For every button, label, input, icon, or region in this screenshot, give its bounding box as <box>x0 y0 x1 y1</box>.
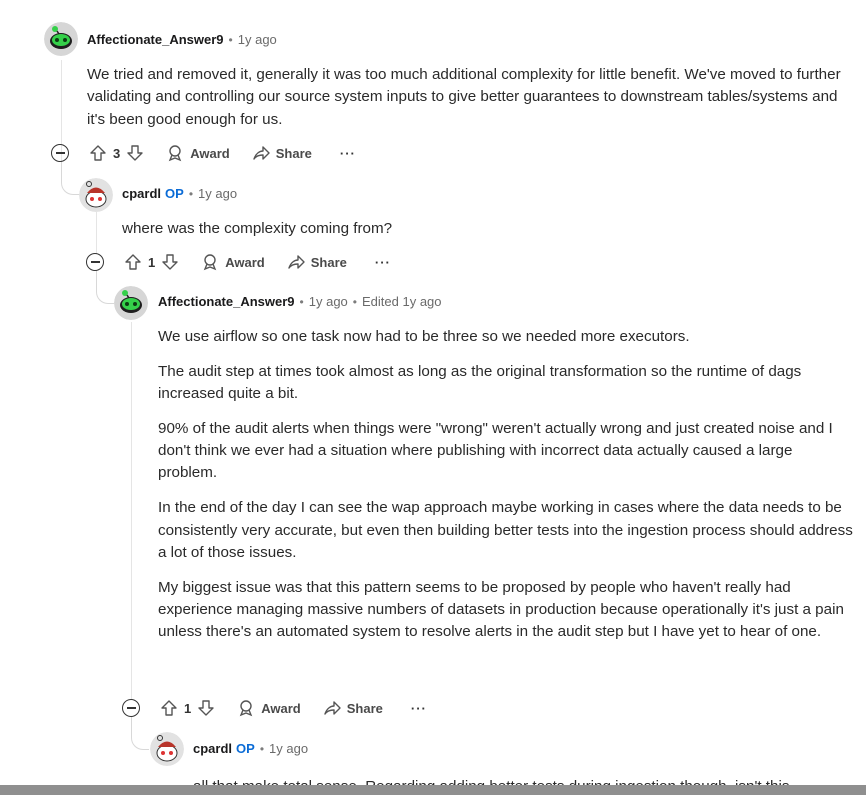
award-icon <box>239 700 253 717</box>
op-badge: OP <box>165 186 184 201</box>
separator-dot: • <box>259 741 265 756</box>
comment-actions: 1 Award Share ··· <box>86 250 391 274</box>
upvote-icon[interactable] <box>124 253 142 271</box>
downvote-icon[interactable] <box>126 144 144 162</box>
avatar[interactable] <box>114 286 148 320</box>
downvote-icon[interactable] <box>161 253 179 271</box>
comment-actions: 1 Award Share ··· <box>122 696 427 720</box>
avatar[interactable] <box>44 22 78 56</box>
bottom-overlay-bar <box>0 785 866 795</box>
separator-dot: • <box>352 294 357 309</box>
collapse-thread-icon[interactable] <box>51 144 69 162</box>
author-name[interactable]: Affectionate_Answer9 <box>158 294 295 309</box>
share-icon <box>253 146 270 160</box>
comment-paragraph: 90% of the audit alerts when things were… <box>158 419 833 482</box>
more-options-button[interactable]: ··· <box>411 701 427 716</box>
author-name[interactable]: cpardl <box>193 741 232 756</box>
share-label: Share <box>346 700 383 716</box>
op-badge: OP <box>236 741 255 756</box>
award-icon <box>168 145 182 162</box>
comment-body: where was the complexity coming from? <box>122 218 842 240</box>
award-label: Award <box>225 254 265 270</box>
award-label: Award <box>261 700 301 716</box>
snoo-red-hat-icon <box>79 178 113 212</box>
share-label: Share <box>275 145 312 161</box>
collapse-thread-icon[interactable] <box>86 253 104 271</box>
more-options-button[interactable]: ··· <box>340 146 356 161</box>
vote-score: 1 <box>148 254 156 270</box>
comment-body: We tried and removed it, generally it wa… <box>87 64 857 131</box>
vote-control: 3 <box>89 144 144 162</box>
snoo-green-robot-icon <box>114 286 148 320</box>
comment-meta: cpardl OP • 1y ago <box>122 186 237 201</box>
timestamp[interactable]: 1y ago <box>269 741 308 756</box>
award-icon <box>203 254 217 271</box>
vote-score: 1 <box>184 700 192 716</box>
share-icon <box>288 255 305 269</box>
author-name[interactable]: Affectionate_Answer9 <box>87 32 224 47</box>
snoo-red-hat-icon <box>150 732 184 766</box>
avatar[interactable] <box>150 732 184 766</box>
award-label: Award <box>190 145 230 161</box>
avatar[interactable] <box>79 178 113 212</box>
comment-actions: 3 Award Share ··· <box>51 141 356 165</box>
vote-control: 1 <box>124 253 179 271</box>
timestamp[interactable]: 1y ago <box>238 32 277 47</box>
edited-label: Edited 1y ago <box>362 294 442 309</box>
comment-paragraph: We tried and removed it, generally it wa… <box>87 66 841 128</box>
timestamp[interactable]: 1y ago <box>309 294 348 309</box>
award-button[interactable]: Award <box>201 253 265 271</box>
collapse-thread-icon[interactable] <box>122 699 140 717</box>
separator-dot: • <box>188 186 194 201</box>
comment-meta: cpardl OP • 1y ago <box>193 741 308 756</box>
comment-body: We use airflow so one task now had to be… <box>158 326 853 644</box>
comment-meta: Affectionate_Answer9 • 1y ago • Edited 1… <box>158 294 442 309</box>
award-button[interactable]: Award <box>166 144 230 162</box>
vote-control: 1 <box>160 699 215 717</box>
award-button[interactable]: Award <box>237 699 301 717</box>
timestamp[interactable]: 1y ago <box>198 186 237 201</box>
upvote-icon[interactable] <box>89 144 107 162</box>
share-button[interactable]: Share <box>252 144 312 162</box>
share-label: Share <box>310 254 347 270</box>
downvote-icon[interactable] <box>197 699 215 717</box>
vote-score: 3 <box>113 145 121 161</box>
comment-paragraph: where was the complexity coming from? <box>122 220 393 237</box>
more-options-button[interactable]: ··· <box>375 255 391 270</box>
comment-paragraph: My biggest issue was that this pattern s… <box>158 578 844 641</box>
share-icon <box>324 701 341 715</box>
upvote-icon[interactable] <box>160 699 178 717</box>
share-button[interactable]: Share <box>287 253 347 271</box>
author-name[interactable]: cpardl <box>122 186 161 201</box>
comment-meta: Affectionate_Answer9 • 1y ago <box>87 32 277 47</box>
separator-dot: • <box>299 294 304 309</box>
comment-paragraph: The audit step at times took almost as l… <box>158 362 802 403</box>
snoo-green-robot-icon <box>44 22 78 56</box>
comment-paragraph: In the end of the day I can see the wap … <box>158 499 853 561</box>
comment-paragraph: We use airflow so one task now had to be… <box>158 328 690 345</box>
share-button[interactable]: Share <box>323 699 383 717</box>
separator-dot: • <box>228 32 233 47</box>
